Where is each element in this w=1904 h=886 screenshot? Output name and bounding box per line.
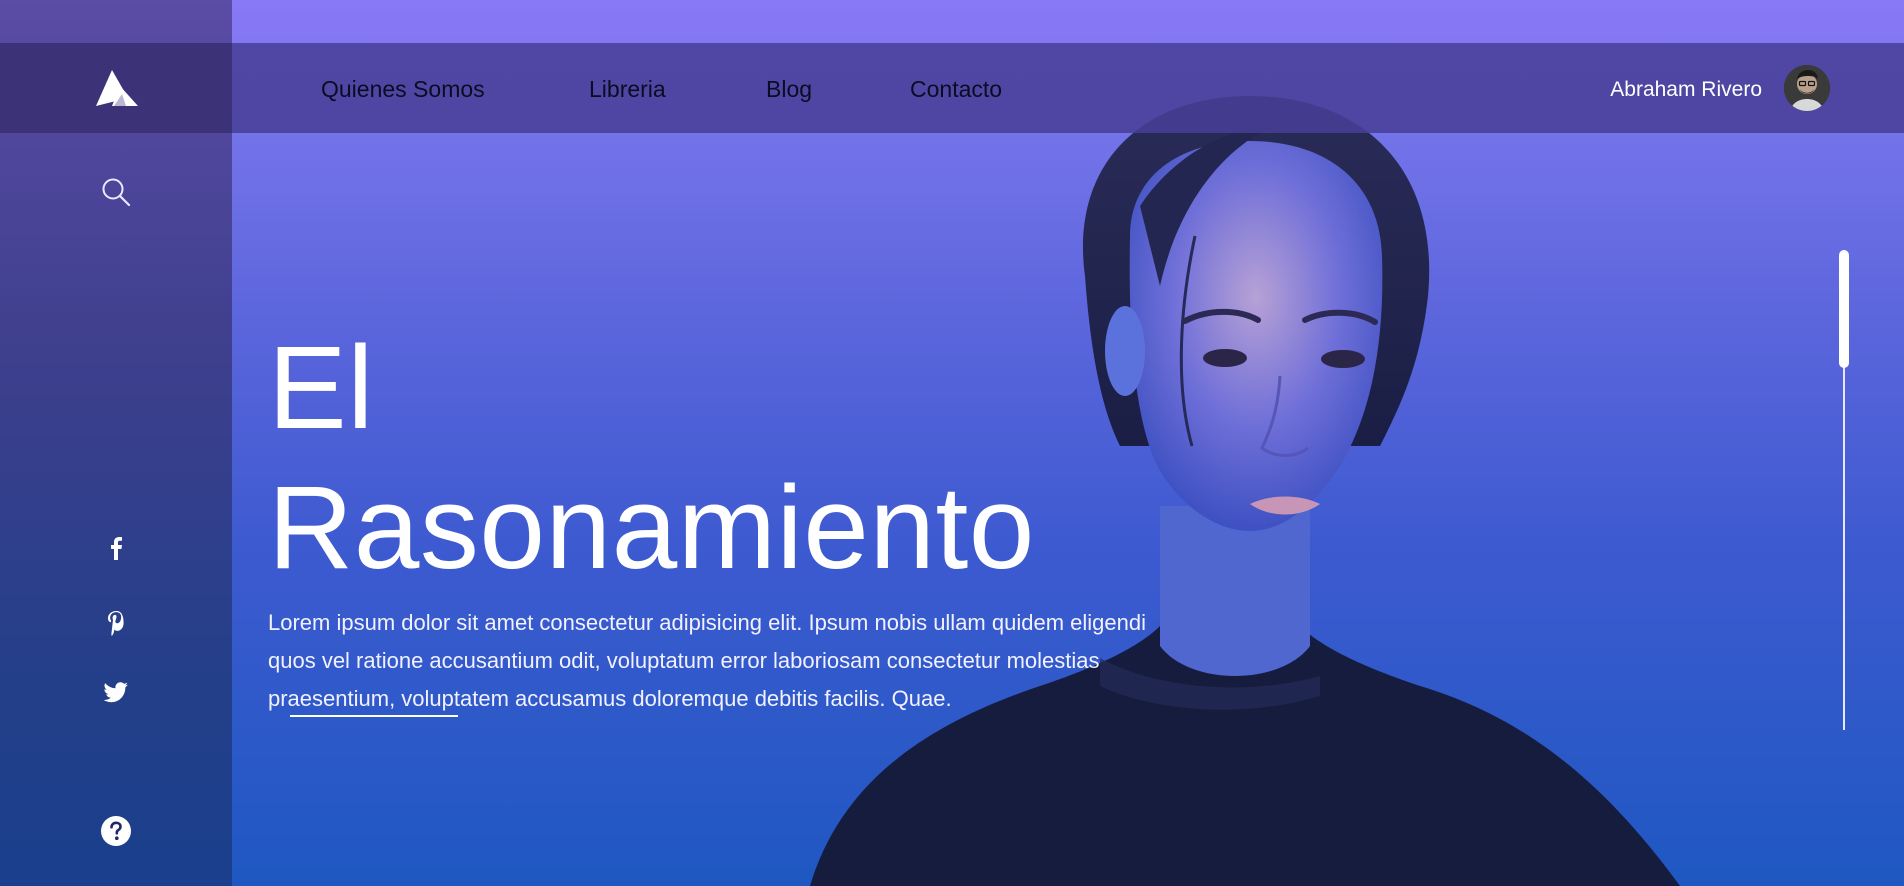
help-button[interactable] (0, 815, 232, 847)
nav-link-contacto[interactable]: Contacto (910, 76, 1002, 103)
nav-link-blog[interactable]: Blog (766, 76, 812, 103)
facebook-link[interactable] (0, 536, 232, 560)
help-icon (101, 816, 131, 846)
search-button[interactable] (0, 176, 232, 208)
hero-underline-divider (290, 715, 458, 717)
user-avatar-icon (1784, 65, 1830, 111)
nav-link-quienes-somos[interactable]: Quienes Somos (321, 76, 485, 103)
hero-description: Lorem ipsum dolor sit amet consectetur a… (268, 610, 1146, 711)
nav-link-libreria[interactable]: Libreria (589, 76, 666, 103)
twitter-icon (103, 682, 128, 703)
search-icon (102, 178, 131, 207)
logo[interactable] (0, 43, 232, 133)
twitter-link[interactable] (0, 682, 232, 704)
hero-title-line-2: Rasonamiento (268, 462, 1035, 594)
user-name[interactable]: Abraham Rivero (1610, 78, 1762, 102)
pinterest-icon (108, 611, 124, 636)
top-navbar: Quienes Somos Libreria Blog Contacto Abr… (232, 43, 1904, 133)
hero-title: El Rasonamiento (268, 318, 1035, 598)
hero-title-line-1: El (268, 322, 374, 454)
logo-mountain-icon (96, 70, 138, 106)
scroll-thumb[interactable] (1839, 250, 1849, 368)
facebook-icon (111, 537, 122, 560)
avatar[interactable] (1784, 65, 1830, 111)
pinterest-link[interactable] (0, 610, 232, 636)
sidebar (0, 0, 232, 886)
